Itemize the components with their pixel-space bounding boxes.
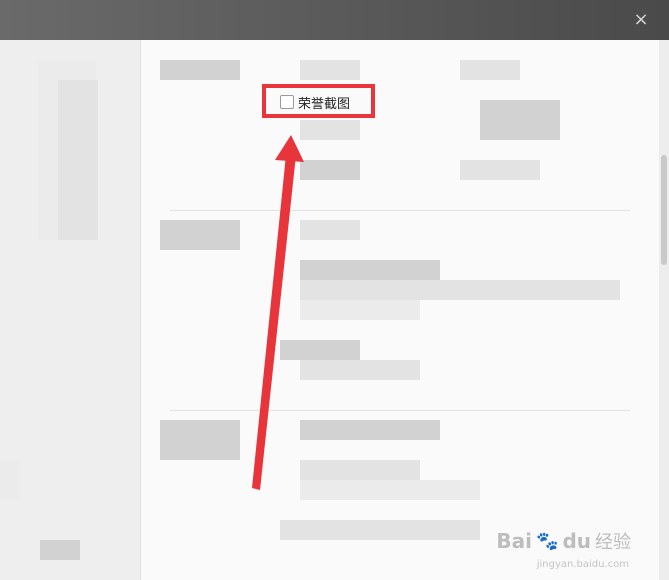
arrow-shaft — [252, 155, 296, 490]
arrow-head — [275, 135, 304, 162]
baidu-watermark: Bai 🐾 du 经验 — [496, 528, 631, 554]
watermark-url: jingyan.baidu.com — [536, 559, 629, 570]
annotation-arrow — [252, 135, 304, 490]
baidu-logo-text: Bai — [496, 529, 533, 553]
paw-icon: 🐾 — [536, 530, 559, 552]
baidu-logo-text-2: du — [562, 529, 591, 553]
jingyan-name: 经验 — [595, 532, 631, 553]
